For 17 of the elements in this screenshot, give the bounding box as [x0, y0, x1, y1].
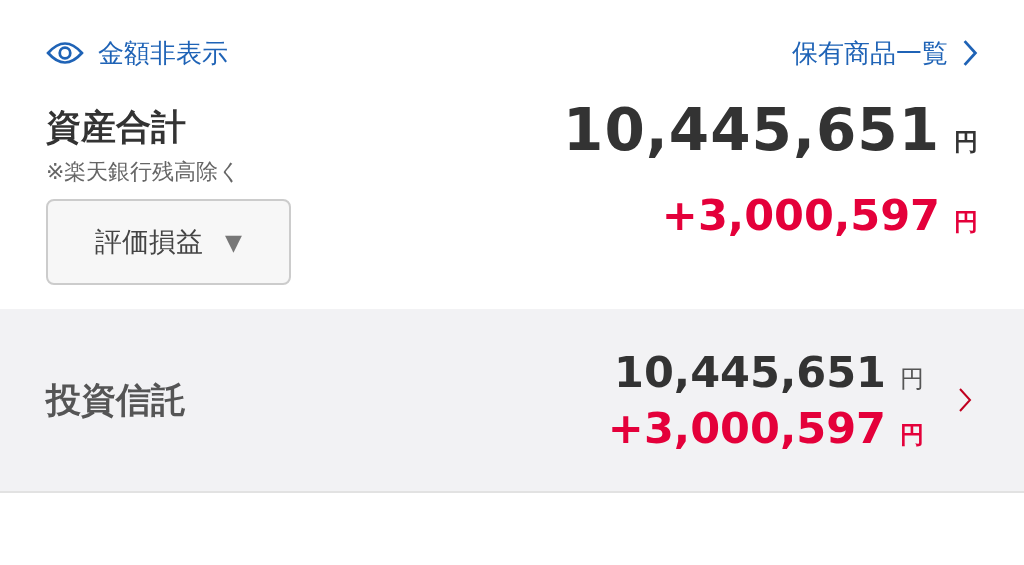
note-text: ※楽天銀行残高除く [46, 158, 243, 186]
yen-unit: 円 [954, 207, 978, 238]
yen-unit: 円 [954, 127, 978, 158]
category-row[interactable]: 投資信託 10,445,651 円 +3,000,597 円 [0, 309, 1024, 493]
total-amount: 10,445,651 [563, 96, 940, 164]
eye-icon [46, 40, 84, 66]
category-name: 投資信託 [46, 378, 186, 422]
hide-amounts-button[interactable]: 金額非表示 [46, 35, 228, 71]
yen-unit: 円 [900, 420, 924, 451]
yen-unit: 円 [900, 364, 924, 395]
total-assets-title: 資産合計 [46, 106, 187, 149]
holdings-list-link[interactable]: 保有商品一覧 [792, 35, 978, 71]
chevron-right-icon [962, 39, 978, 67]
category-gain: +3,000,597 [607, 403, 886, 453]
gain-amount: +3,000,597 [661, 190, 940, 240]
gain-dropdown[interactable]: 評価損益 ▼ [46, 199, 291, 285]
category-total: 10,445,651 [613, 347, 886, 397]
